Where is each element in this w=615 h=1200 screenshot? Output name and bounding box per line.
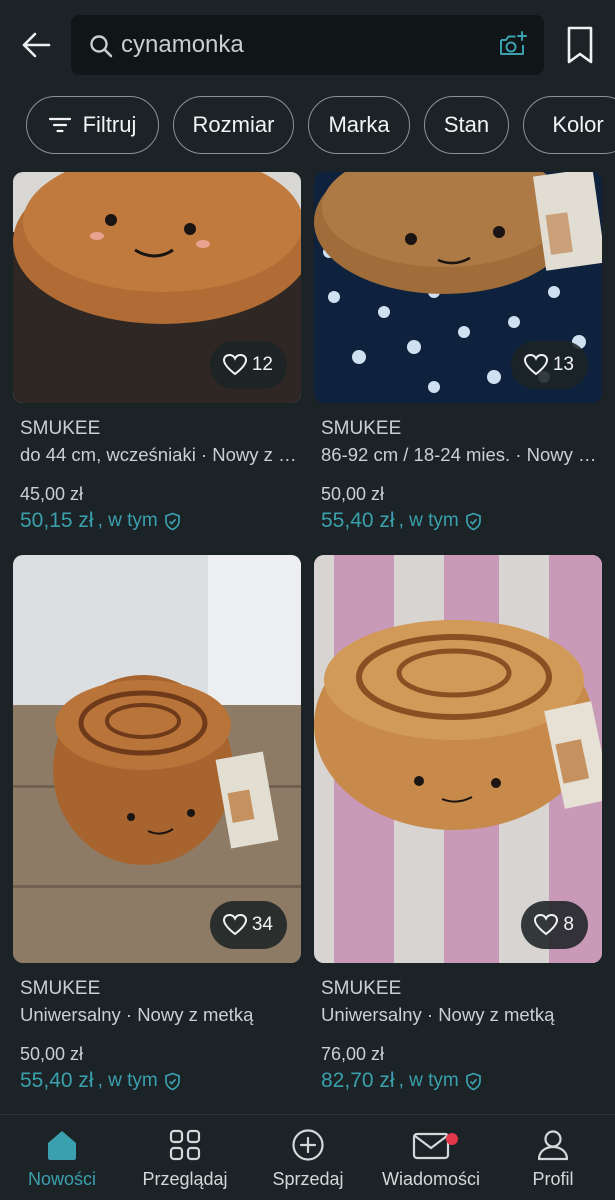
shield-check-icon [465, 512, 481, 530]
product-total-price[interactable]: 50,15 zł , w tym [20, 509, 181, 533]
nav-item-messages[interactable]: Wiadomości [372, 1115, 490, 1200]
nav-item-browse[interactable]: Przeglądaj [130, 1115, 240, 1200]
product-price: 76,00 zł [321, 1044, 385, 1064]
favorite-button[interactable]: 8 [521, 901, 588, 949]
product-price: 50,00 zł [20, 1044, 84, 1064]
chip-label: Rozmiar [192, 112, 275, 137]
camera-search-icon[interactable] [498, 31, 528, 59]
shield-check-icon [164, 512, 180, 530]
favorite-count: 34 [251, 914, 273, 935]
bookmark-icon [567, 26, 593, 64]
filter-icon [48, 117, 71, 133]
favorite-button[interactable]: 34 [209, 901, 287, 949]
product-brand: SMUKEE [20, 978, 101, 999]
nav-label: Sprzedaj [272, 1169, 344, 1189]
product-brand: SMUKEE [20, 418, 101, 439]
product-photo[interactable]: 12 [13, 172, 301, 403]
plus-circle-icon [292, 1129, 324, 1161]
chip-color[interactable]: Kolor [523, 96, 615, 154]
nav-label: Profil [532, 1169, 574, 1189]
total-including-label: , w tym [398, 1070, 459, 1091]
product-total-price[interactable]: 82,70 zł , w tym [321, 1069, 482, 1093]
product-card[interactable]: 12 SMUKEE do 44 cm, wcześniaki · Nowy z … [13, 172, 303, 532]
bottom-nav: Nowości Przeglądaj Sprzedaj Wiadomości P… [0, 1114, 615, 1200]
mail-icon [412, 1132, 450, 1160]
nav-item-profile[interactable]: Profil [505, 1115, 601, 1200]
total-including-label: , w tym [97, 1070, 158, 1091]
product-brand: SMUKEE [321, 418, 402, 439]
total-amount: 55,40 zł [321, 509, 395, 532]
product-photo[interactable]: 8 [314, 555, 602, 963]
user-icon [537, 1130, 569, 1161]
chip-label: Kolor [552, 112, 604, 137]
total-amount: 50,15 zł [20, 509, 94, 532]
total-including-label: , w tym [97, 510, 158, 531]
product-card[interactable]: 13 SMUKEE 86-92 cm / 18-24 mies. · Nowy … [314, 172, 604, 532]
unread-badge [446, 1133, 458, 1145]
nav-item-home[interactable]: Nowości [12, 1115, 112, 1200]
chip-label: Filtruj [82, 112, 137, 137]
favorite-button[interactable]: 12 [209, 341, 287, 389]
product-total-price[interactable]: 55,40 zł , w tym [321, 509, 482, 533]
arrow-left-icon [22, 32, 51, 58]
product-card[interactable]: 34 SMUKEE Uniwersalny · Nowy z metką 50,… [13, 555, 303, 1092]
heart-icon [222, 353, 247, 376]
favorite-count: 8 [563, 914, 574, 935]
total-amount: 82,70 zł [321, 1069, 395, 1092]
heart-icon [222, 913, 247, 936]
product-brand: SMUKEE [321, 978, 402, 999]
product-total-price[interactable]: 55,40 zł , w tym [20, 1069, 181, 1093]
grid-icon [169, 1129, 201, 1161]
search-query: cynamonka [121, 31, 244, 58]
chip-size[interactable]: Rozmiar [173, 96, 294, 154]
back-button[interactable] [16, 25, 56, 65]
product-description: 86-92 cm / 18-24 mies. · Nowy z metką [321, 444, 601, 465]
chip-condition[interactable]: Stan [424, 96, 509, 154]
nav-label: Przeglądaj [142, 1169, 228, 1189]
chip-filter[interactable]: Filtruj [26, 96, 159, 154]
product-card[interactable]: 8 SMUKEE Uniwersalny · Nowy z metką 76,0… [314, 555, 604, 1092]
filter-chips: Filtruj Rozmiar Marka Stan Kolor [26, 96, 615, 154]
nav-label: Wiadomości [381, 1169, 481, 1189]
favorite-count: 12 [251, 354, 273, 375]
nav-item-sell[interactable]: Sprzedaj [258, 1115, 358, 1200]
shield-check-icon [164, 1072, 180, 1090]
chip-label: Marka [328, 112, 390, 137]
home-icon [48, 1131, 76, 1160]
product-price: 45,00 zł [20, 484, 84, 504]
product-price: 50,00 zł [321, 484, 385, 504]
top-bar: cynamonka [0, 0, 615, 90]
product-photo[interactable]: 34 [13, 555, 301, 963]
total-amount: 55,40 zł [20, 1069, 94, 1092]
favorite-button[interactable]: 13 [510, 341, 588, 389]
search-input[interactable]: cynamonka [71, 15, 544, 75]
search-icon [90, 35, 113, 58]
nav-label: Nowości [27, 1169, 97, 1189]
chip-brand[interactable]: Marka [308, 96, 410, 154]
favorite-count: 13 [552, 354, 574, 375]
product-description: Uniwersalny · Nowy z metką [20, 1004, 254, 1025]
product-description: do 44 cm, wcześniaki · Nowy z metką [20, 444, 300, 465]
total-including-label: , w tym [398, 510, 459, 531]
product-photo[interactable]: 13 [314, 172, 602, 403]
chip-label: Stan [443, 112, 490, 137]
save-search-button[interactable] [563, 25, 597, 65]
product-description: Uniwersalny · Nowy z metką [321, 1004, 555, 1025]
heart-icon [523, 353, 548, 376]
heart-icon [534, 913, 559, 936]
shield-check-icon [465, 1072, 481, 1090]
product-grid: 12 SMUKEE do 44 cm, wcześniaki · Nowy z … [0, 172, 615, 1112]
